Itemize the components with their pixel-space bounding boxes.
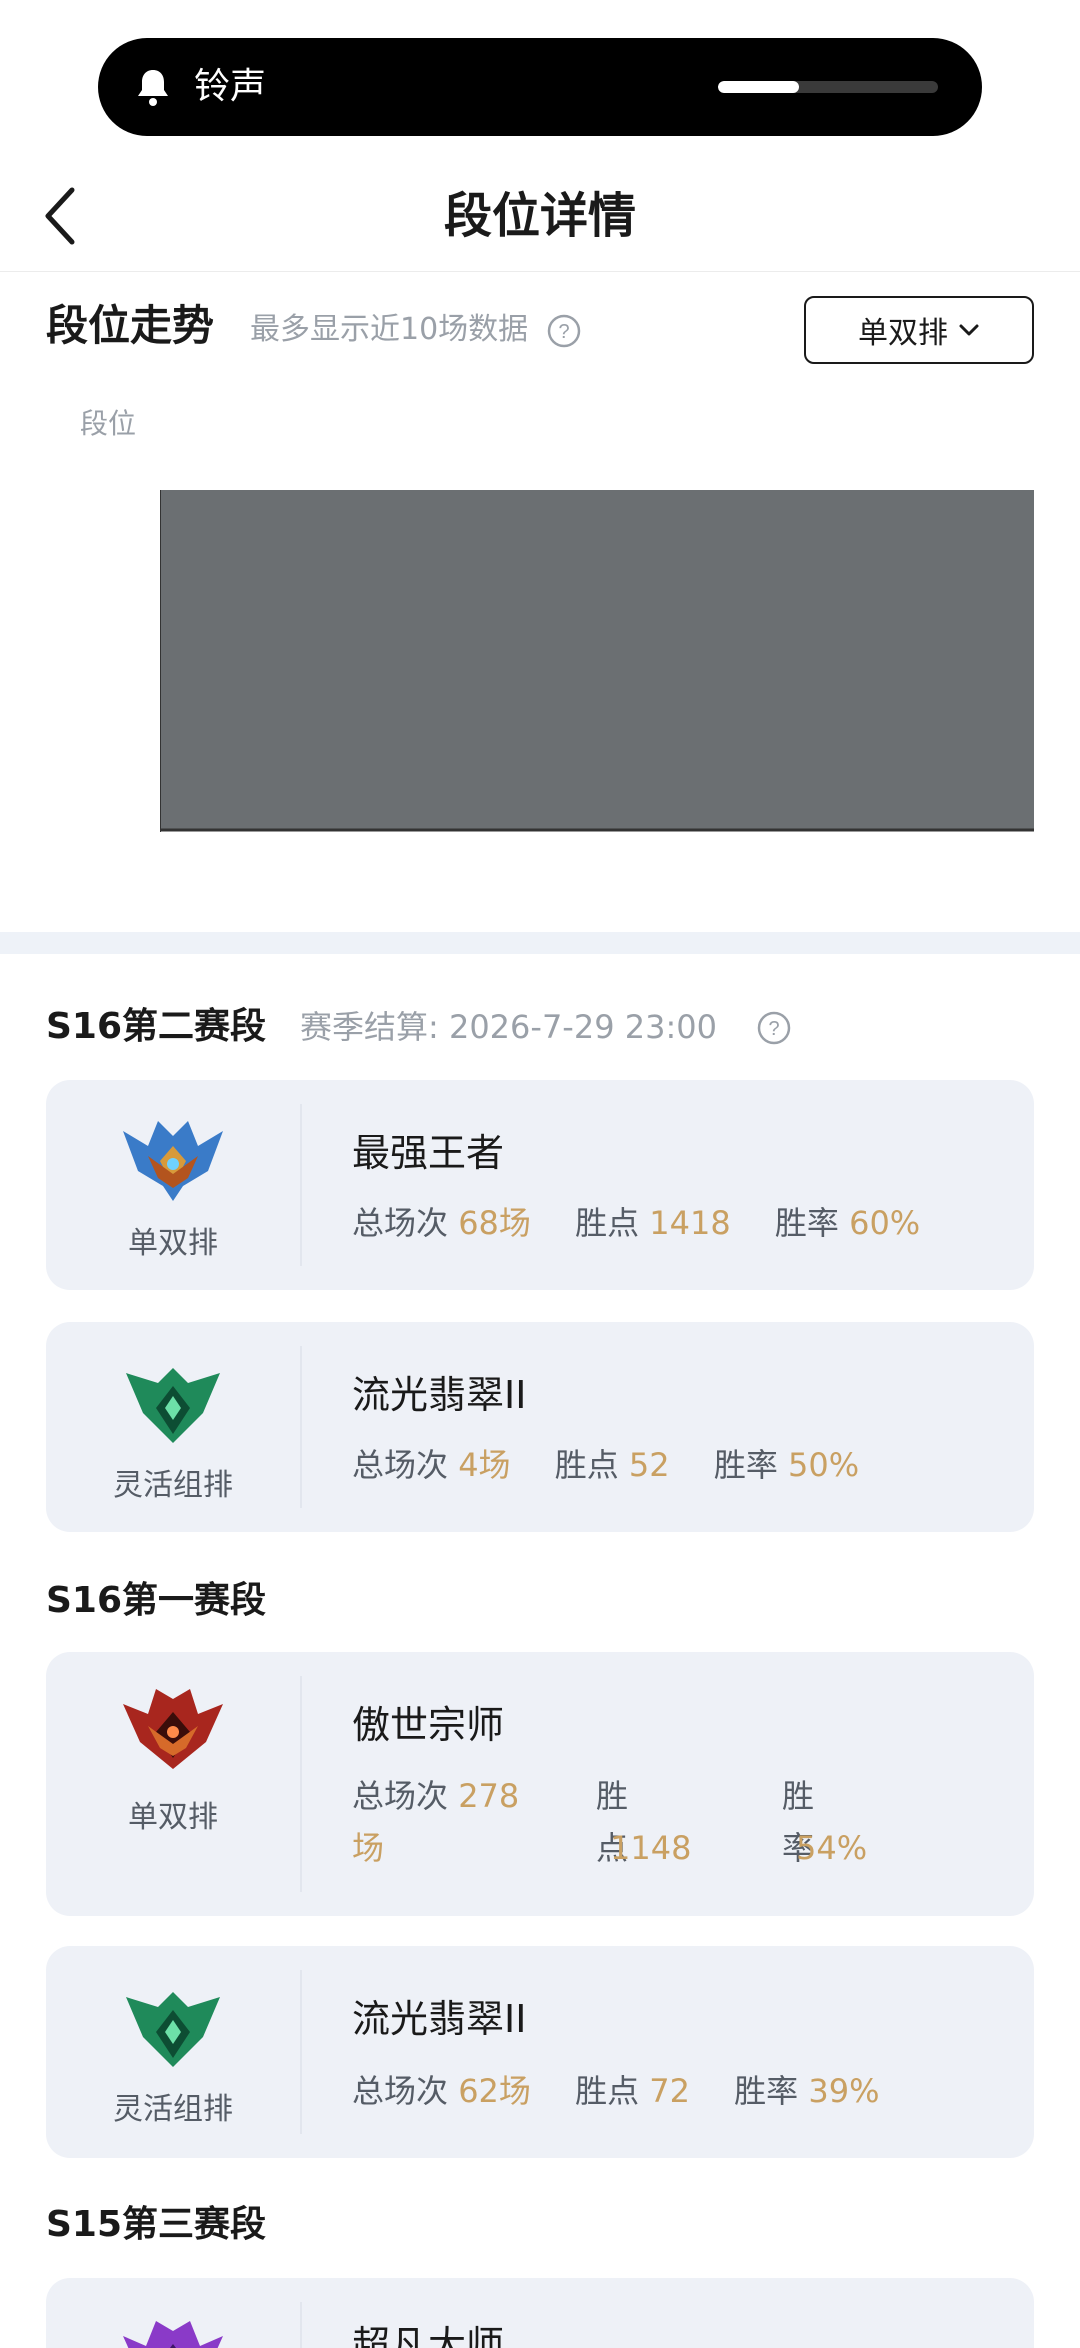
league-points: 1418 — [649, 1204, 731, 1242]
page-title: 段位详情 — [443, 188, 636, 244]
rank-stats: 总场次 62场 胜点 72 胜率 39% — [352, 2072, 880, 2110]
rank-card[interactable]: 灵活组排 流光翡翠II 总场次 62场 胜点 72 胜率 39% — [46, 1946, 1034, 2158]
chevron-down-icon — [959, 324, 979, 336]
rank-name: 流光翡翠II — [352, 1997, 527, 2041]
league-points: 72 — [649, 2072, 690, 2110]
rank-name: 超凡大师 — [352, 2323, 505, 2348]
rank-name: 最强王者 — [352, 1131, 505, 1175]
ringer-label: 铃声 — [194, 66, 267, 107]
emerald-emblem-icon — [126, 1992, 220, 2067]
games-count: 4场 — [458, 1446, 511, 1484]
rank-card[interactable]: 灵活组排 流光翡翠II 总场次 4场 胜点 52 胜率 50% — [46, 1322, 1034, 1532]
season-title: S16第二赛段 — [46, 1006, 267, 1047]
volume-bar[interactable] — [718, 81, 938, 93]
challenger-emblem-icon — [123, 1121, 223, 1201]
trend-subtitle: 最多显示近10场数据 — [250, 312, 529, 347]
queue-label: 灵活组排 — [113, 1468, 233, 1503]
svg-text:?: ? — [768, 1018, 779, 1040]
games-count: 68场 — [458, 1204, 531, 1242]
league-points: 52 — [628, 1446, 670, 1484]
win-rate: 60% — [849, 1204, 921, 1242]
help-icon[interactable]: ? — [546, 313, 582, 349]
rank-card[interactable]: 单双排 最强王者 总场次 68场 胜点 1418 胜率 60% — [46, 1080, 1034, 1290]
trend-title: 段位走势 — [46, 301, 215, 350]
bell-icon — [138, 70, 168, 106]
y-axis-label: 段位 — [80, 407, 137, 440]
master-emblem-icon — [123, 2321, 223, 2348]
grandmaster-emblem-icon — [123, 1689, 223, 1769]
chart-plot-area — [160, 490, 1034, 830]
rank-name: 流光翡翠II — [352, 1373, 527, 1417]
rank-trend-chart — [160, 490, 1034, 832]
emerald-emblem-icon — [126, 1368, 220, 1443]
season-title: S16第一赛段 — [46, 1580, 267, 1621]
queue-dropdown-label: 单双排 — [858, 316, 948, 351]
rank-stats: 总场次 68场 胜点 1418 胜率 60% — [352, 1204, 921, 1242]
volume-fill — [718, 81, 800, 93]
queue-dropdown[interactable]: 单双排 — [804, 296, 1034, 364]
svg-text:?: ? — [558, 321, 569, 343]
games-count: 278 — [458, 1777, 520, 1815]
rank-card[interactable]: 超凡大师 — [46, 2278, 1034, 2348]
win-rate: 39% — [808, 2072, 880, 2110]
games-count: 62场 — [458, 2072, 531, 2110]
rank-card[interactable]: 单双排 傲世宗师 总场次 278 场 胜点 1148 胜率 54% — [46, 1652, 1034, 1916]
section-divider — [0, 932, 1080, 954]
season-settlement-time: 赛季结算: 2026-7-29 23:00 — [300, 1008, 717, 1046]
nav-header: 段位详情 — [0, 160, 1080, 272]
season-title: S15第三赛段 — [46, 2204, 267, 2245]
help-icon[interactable]: ? — [756, 1010, 792, 1046]
queue-label: 单双排 — [128, 1226, 218, 1261]
rank-stats: 总场次 4场 胜点 52 胜率 50% — [352, 1446, 860, 1484]
rank-name: 傲世宗师 — [352, 1703, 505, 1747]
ringer-indicator: 铃声 — [98, 38, 982, 136]
win-rate: 50% — [788, 1446, 860, 1484]
queue-label: 单双排 — [128, 1800, 218, 1835]
league-points: 1148 — [610, 1829, 692, 1867]
win-rate: 54% — [796, 1829, 868, 1867]
queue-label: 灵活组排 — [113, 2092, 233, 2127]
